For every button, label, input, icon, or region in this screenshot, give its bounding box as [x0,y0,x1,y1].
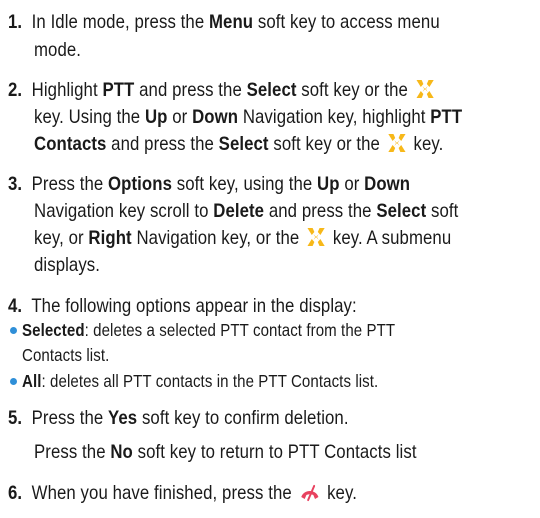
step-1-line-2: mode. [34,38,81,62]
step-text: The following options appear in the disp… [31,295,357,317]
option-selected-continued: Contacts list. [22,343,109,367]
step-number: 1. [8,11,23,33]
step-3-line-2: Navigation key scroll to Delete and pres… [34,199,458,223]
step-text: Highlight [31,79,103,101]
step-text: and press the [264,200,377,222]
step-text: soft [426,200,459,222]
bullet-marker [10,378,17,385]
step-text: and press the [134,79,247,101]
key-name: Up [317,173,340,195]
step-text: Navigation key scroll to [34,200,214,222]
key-name: PTT [430,106,463,128]
step-5-line-1: 5. Press the Yes soft key to confirm del… [8,406,349,430]
step-2-line-2: key. Using the Up or Down Navigation key… [34,105,462,129]
step-3-line-3: key, or Right Navigation key, or the key… [34,226,451,250]
option-text: : deletes all PTT contacts in the PTT Co… [41,371,379,391]
key-name: Delete [213,200,265,222]
step-3-line-1: 3. Press the Options soft key, using the… [8,172,410,196]
option-text: : deletes a selected PTT contact from th… [84,320,396,340]
step-text: soft key to access menu [253,11,440,33]
step-4-line-1: 4. The following options appear in the d… [8,294,357,318]
step-number: 5. [8,407,23,429]
step-number: 6. [8,482,23,504]
key-name: No [110,441,133,463]
step-text: mode. [34,39,82,61]
step-text: soft key or the [268,133,385,155]
option-selected: Selected: deletes a selected PTT contact… [22,318,395,342]
step-text: soft key or the [296,79,408,101]
step-3-line-4: displays. [34,253,100,277]
select-key-icon [416,80,434,98]
key-name: Options [108,173,172,195]
step-text: displays. [34,254,101,276]
option-all: All: deletes all PTT contacts in the PTT… [22,369,378,393]
step-text: key. [408,133,444,155]
key-name: Select [246,79,297,101]
step-text: Press the [31,407,109,429]
step-5-line-2: Press the No soft key to return to PTT C… [34,440,417,464]
step-text: Navigation key, or the [131,227,305,249]
select-key-icon [307,228,325,246]
end-call-key-icon [300,484,319,502]
key-name: Down [364,173,411,195]
key-name: Down [192,106,239,128]
key-name: Menu [208,11,254,33]
step-text: When you have finished, press the [31,482,297,504]
step-text: soft key, using the [171,173,318,195]
step-1-line-1: 1. In Idle mode, press the Menu soft key… [8,10,440,34]
step-text: In Idle mode, press the [31,11,209,33]
key-name: PTT [102,79,135,101]
step-text: Press the [31,173,109,195]
bullet-marker [10,327,17,334]
step-2-line-1: 2. Highlight PTT and press the Select so… [8,78,437,102]
key-name: Select [376,200,427,222]
step-number: 3. [8,173,23,195]
step-text: key, or [34,227,89,249]
step-text: key. [322,482,357,504]
option-label: Selected [22,320,85,340]
key-name: Up [144,106,168,128]
step-text: soft key to confirm deletion. [137,407,349,429]
step-text: and press the [106,133,219,155]
option-text: Contacts list. [22,345,110,365]
step-number: 2. [8,79,23,101]
key-name: Contacts [34,133,107,155]
step-text: Press the [34,441,111,463]
step-6-line-1: 6. When you have finished, press the key… [8,481,357,505]
step-number: 4. [8,295,23,317]
step-text: or [339,173,365,195]
key-name: Select [218,133,269,155]
instructions-document: 1. In Idle mode, press the Menu soft key… [0,0,540,518]
select-key-icon [388,134,406,152]
step-text: key. A submenu [328,227,452,249]
step-text: Navigation key, highlight [238,106,431,128]
step-text: or [167,106,193,128]
key-name: Right [88,227,132,249]
step-text: key. Using the [34,106,145,128]
option-label: All [22,371,42,391]
step-text: soft key to return to PTT Contacts list [132,441,417,463]
key-name: Yes [108,407,138,429]
step-2-line-3: Contacts and press the Select soft key o… [34,132,443,156]
